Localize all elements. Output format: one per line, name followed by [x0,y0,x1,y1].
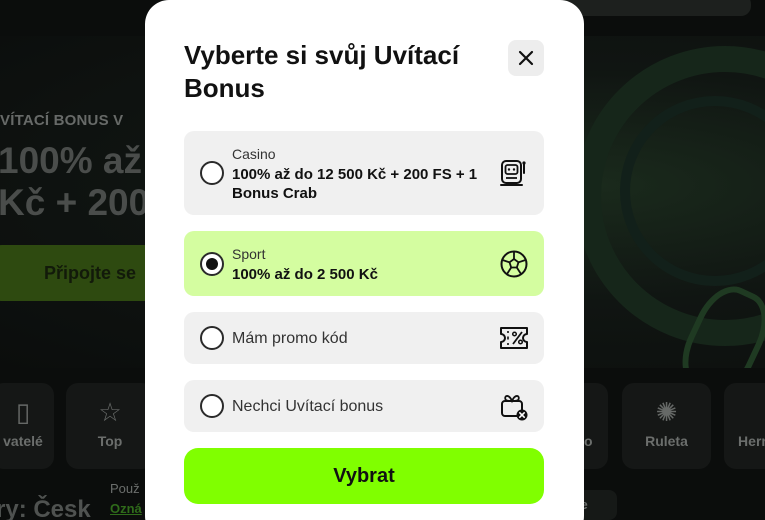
radio-button-selected[interactable] [200,252,224,276]
subtext-line: Použ [110,481,140,496]
option-description: 100% až do 12 500 Kč + 200 FS + 1 Bonus … [232,166,478,202]
hero-title-line: Kč + 200 [0,182,150,223]
hero-kicker: VÍTACÍ BONUS V [0,112,124,129]
close-icon [518,50,534,66]
hero-title: 100% až Kč + 200 [0,140,149,224]
soccer-ball-icon [500,250,528,278]
option-label: Nechci Uvítací bonus [232,398,384,415]
category-label: Ruleta [645,433,688,449]
option-category: Sport [232,246,266,262]
section-subtext: Použ Ozná [110,479,142,519]
category-label: vatelé [3,433,43,449]
option-category: Casino [232,146,276,162]
slot-machine-icon [500,160,526,186]
option-description: 100% až do 2 500 Kč [232,266,378,283]
category-label: Hern [738,433,765,449]
games-icon [724,395,765,429]
radio-button[interactable] [200,326,224,350]
roulette-icon: ✺ [655,397,678,427]
category-tile[interactable]: Hern [724,383,765,469]
star-icon: ☆ [98,397,122,427]
top-bar-pill [561,0,751,16]
category-tile[interactable]: ☆ Top [66,383,154,469]
modal-title: Vyberte si svůj Uvítací Bonus [184,40,460,103]
bonus-option-promo-code[interactable]: Mám promo kód [184,312,544,364]
hero-title-line: 100% až [0,140,142,181]
radio-button[interactable] [200,161,224,185]
option-label: Mám promo kód [232,330,348,347]
join-button[interactable]: Připojte se [0,245,160,301]
close-button[interactable] [508,40,544,76]
subtext-link[interactable]: Ozná [110,499,142,519]
radio-button[interactable] [200,394,224,418]
gift-cancel-icon [501,395,528,421]
category-label: Top [97,433,123,449]
bonus-option-sport[interactable]: Sport 100% až do 2 500 Kč [184,231,544,296]
category-tile[interactable]: ▯ vatelé [0,383,54,469]
percent-ticket-icon [500,327,528,349]
select-button[interactable]: Vybrat [184,448,544,504]
bonus-option-no-bonus[interactable]: Nechci Uvítací bonus [184,380,544,432]
section-title: ry: Česk [0,496,91,520]
bonus-option-casino[interactable]: Casino 100% až do 12 500 Kč + 200 FS + 1… [184,131,544,215]
users-icon: ▯ [15,397,31,427]
welcome-bonus-modal: Vyberte si svůj Uvítací Bonus Casino 100… [145,0,584,520]
radio-dot [206,258,218,270]
category-tile[interactable]: ✺ Ruleta [622,383,711,469]
